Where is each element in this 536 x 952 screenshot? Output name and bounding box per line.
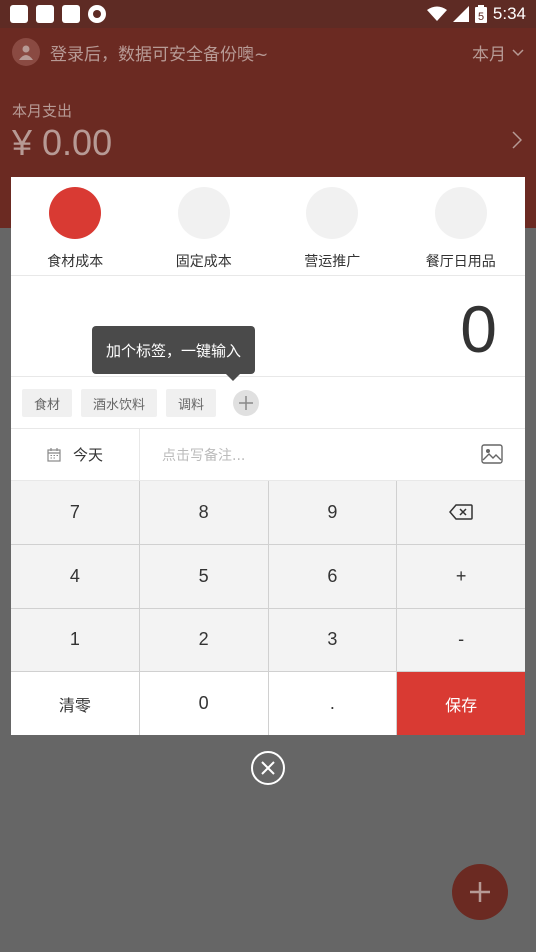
memo-input[interactable]: 点击写备注... <box>140 429 525 480</box>
tag-chip[interactable]: 食材 <box>22 389 73 417</box>
close-button[interactable] <box>251 751 285 785</box>
category-icon <box>49 187 102 239</box>
expense-label: 本月支出 <box>12 102 73 120</box>
key-3[interactable]: 3 <box>268 608 397 672</box>
key-9[interactable]: 9 <box>268 481 397 544</box>
save-button[interactable]: 保存 <box>397 672 525 735</box>
svg-text:5: 5 <box>478 11 484 23</box>
key-2[interactable]: 2 <box>139 608 268 672</box>
date-label: 今天 <box>72 446 103 464</box>
category-item[interactable]: 固定成本 <box>140 177 269 275</box>
key-6[interactable]: 6 <box>268 544 397 608</box>
decimal-button[interactable]: . <box>268 672 397 735</box>
category-label: 餐厅日用品 <box>425 254 496 270</box>
plus-icon <box>239 396 254 410</box>
memo-row: 今天 点击写备注... <box>11 429 525 481</box>
close-icon <box>261 761 275 775</box>
clear-button[interactable]: 清零 <box>11 672 139 735</box>
notification-icon <box>62 5 80 23</box>
add-record-button[interactable] <box>452 864 508 920</box>
avatar[interactable] <box>12 38 40 66</box>
category-label: 营运推广 <box>304 254 361 270</box>
key-0[interactable]: 0 <box>139 672 268 735</box>
backspace-button[interactable] <box>397 481 525 544</box>
category-item[interactable]: 食材成本 <box>11 177 140 275</box>
signal-icon <box>452 6 469 22</box>
key-4[interactable]: 4 <box>11 544 139 608</box>
number-keypad: 7 8 9 4 5 6 + 1 2 3 - 清零 0 . 保存 <box>11 481 525 735</box>
tag-list: 食材 酒水饮料 调料 <box>11 378 525 429</box>
chevron-down-icon <box>512 48 524 56</box>
app-notification-icon <box>88 5 106 23</box>
tag-hint-tooltip: 加个标签，一键输入 <box>92 326 256 381</box>
period-label: 本月 <box>472 45 506 65</box>
user-icon <box>19 45 33 60</box>
memo-placeholder: 点击写备注... <box>162 447 246 464</box>
category-list: 食材成本 固定成本 营运推广 餐厅日用品 <box>11 177 525 276</box>
login-prompt-row[interactable]: 登录后，数据可安全备份噢~ <box>12 38 268 66</box>
category-icon <box>306 187 359 239</box>
wifi-icon <box>426 6 447 21</box>
key-8[interactable]: 8 <box>139 481 268 544</box>
plus-button[interactable]: + <box>397 544 525 608</box>
period-selector[interactable]: 本月 <box>472 40 524 65</box>
tag-chip[interactable]: 酒水饮料 <box>81 389 158 417</box>
key-1[interactable]: 1 <box>11 608 139 672</box>
category-icon <box>177 187 230 239</box>
add-tag-button[interactable] <box>233 390 260 416</box>
status-bar: 5 5:34 <box>0 0 536 28</box>
category-icon <box>434 187 487 239</box>
battery-icon: 5 <box>474 5 487 23</box>
entry-dialog: 食材成本 固定成本 营运推广 餐厅日用品 加个标签，一键输入 0 食材 酒水饮料… <box>11 177 525 735</box>
expense-value: ¥ 0.00 <box>12 122 113 163</box>
category-label: 固定成本 <box>175 254 232 270</box>
login-prompt-text[interactable]: 登录后，数据可安全备份噢~ <box>50 40 268 65</box>
category-item[interactable]: 营运推广 <box>268 177 397 275</box>
key-7[interactable]: 7 <box>11 481 139 544</box>
amount-display: 加个标签，一键输入 0 <box>11 277 525 381</box>
notification-icon <box>36 5 54 23</box>
clock: 5:34 <box>492 4 526 23</box>
category-item[interactable]: 餐厅日用品 <box>397 177 526 275</box>
notification-icon <box>10 5 28 23</box>
date-picker[interactable]: 今天 <box>11 429 140 480</box>
calendar-icon <box>47 447 61 462</box>
backspace-icon <box>449 504 473 521</box>
category-label: 食材成本 <box>47 254 104 270</box>
minus-button[interactable]: - <box>397 608 525 672</box>
amount-value: 0 <box>460 292 497 366</box>
image-icon[interactable] <box>481 444 503 464</box>
plus-icon <box>470 882 490 902</box>
tag-chip[interactable]: 调料 <box>166 389 217 417</box>
chevron-right-icon[interactable] <box>512 130 523 155</box>
key-5[interactable]: 5 <box>139 544 268 608</box>
